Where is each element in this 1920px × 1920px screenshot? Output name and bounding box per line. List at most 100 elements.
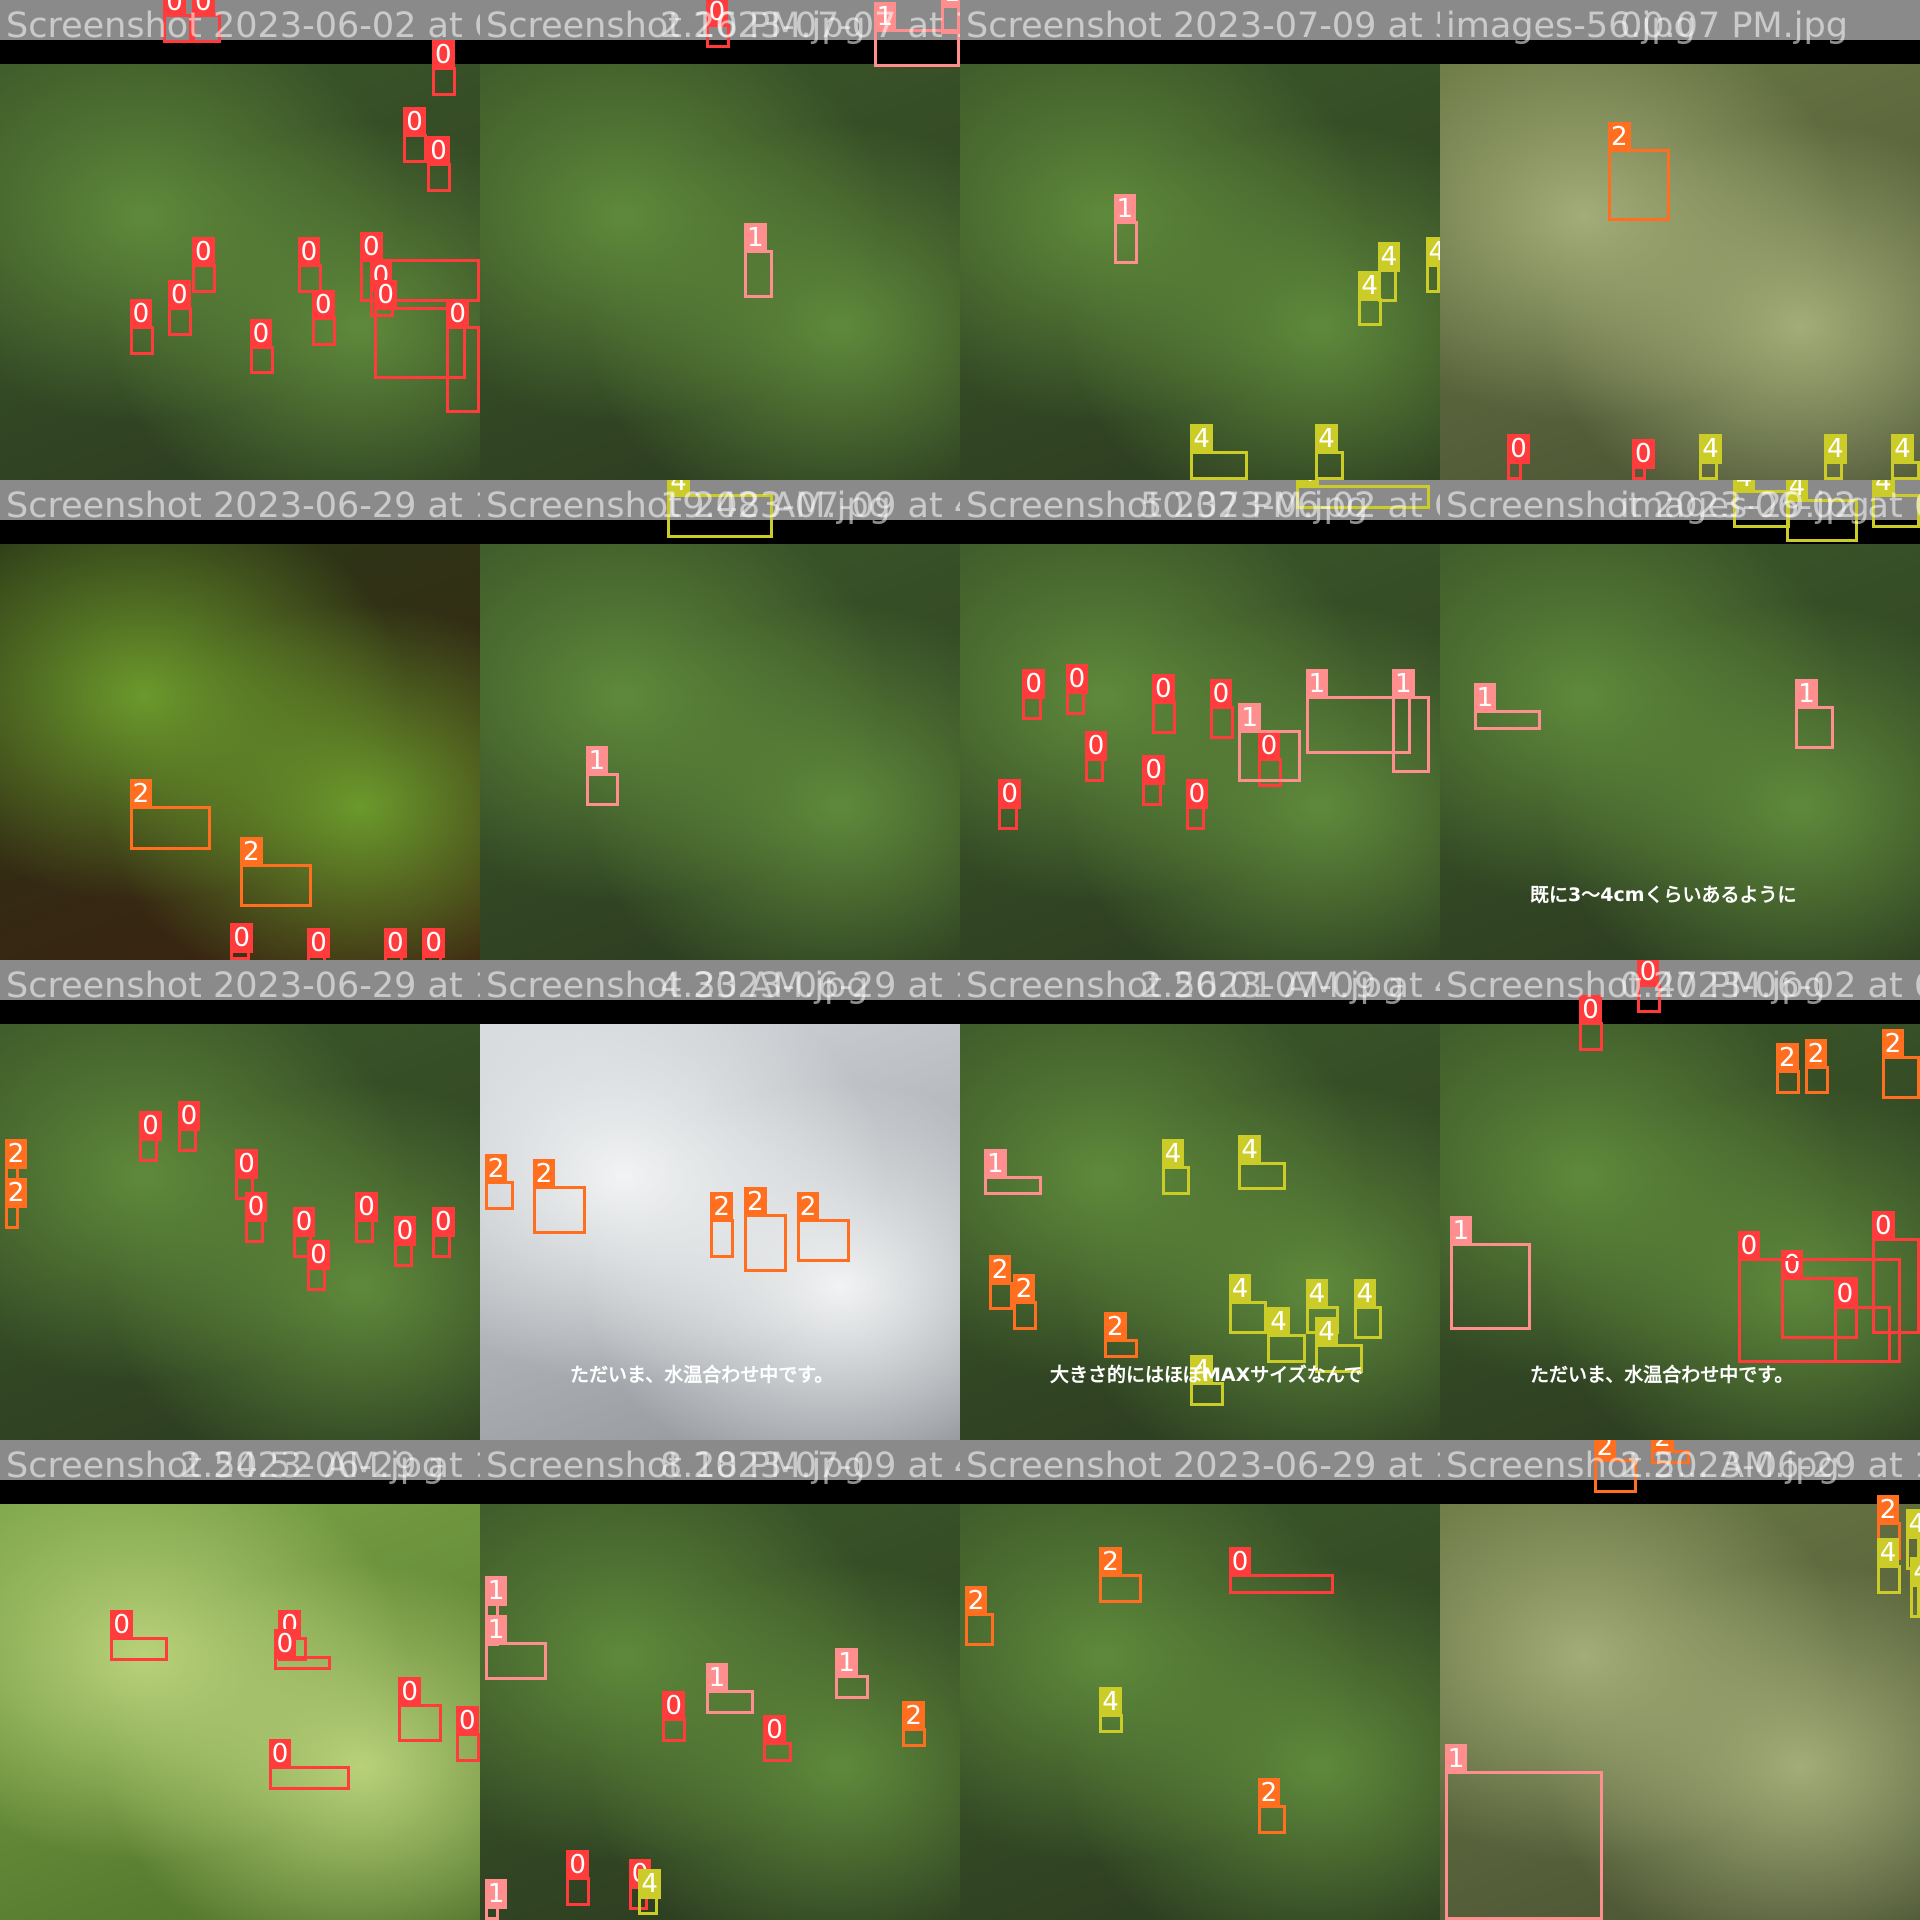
- detection-box-class-4: 4: [1876, 1537, 1901, 1594]
- detection-class-label: 0: [705, 0, 729, 27]
- detection-class-label: 0: [1632, 438, 1655, 469]
- detection-class-label: 0: [662, 1691, 685, 1722]
- detection-class-label: 2: [1881, 1029, 1905, 1059]
- detection-box-class-1: 1: [484, 1878, 508, 1920]
- detection-box-class-0: 0: [177, 1101, 201, 1152]
- detection-class-label: 0: [1209, 678, 1233, 709]
- detection-class-label: 1: [873, 1, 897, 32]
- detection-class-label: 2: [744, 1187, 767, 1218]
- detection-box-class-2: 2: [902, 1701, 927, 1748]
- detection-class-label: 0: [292, 1206, 316, 1237]
- detection-class-label: 0: [384, 928, 407, 959]
- detection-box-class-4: 4: [1228, 1273, 1268, 1335]
- detection-box-class-2: 2: [1776, 1043, 1800, 1095]
- detection-class-label: 2: [988, 1254, 1012, 1285]
- detection-box-class-0: 0: [1185, 779, 1209, 831]
- detection-box-class-4: 4: [638, 1869, 661, 1916]
- detection-box-class-2: 2: [532, 1158, 586, 1234]
- letterbox-bar: [0, 520, 480, 544]
- letterbox-bar: [1440, 1480, 1920, 1504]
- detection-box-class-2: 2: [1804, 1038, 1829, 1095]
- letterbox-bar: [960, 40, 1440, 64]
- tile-photo: [1440, 40, 1920, 480]
- detection-box-class-2: 2: [4, 1177, 28, 1229]
- detection-box-class-2: 2: [484, 1153, 514, 1210]
- detection-class-label: 1: [1473, 683, 1497, 714]
- detection-box-class-0: 0: [427, 136, 452, 192]
- detection-class-label: 0: [1872, 1211, 1895, 1242]
- detection-box-class-0: 0: [1872, 1211, 1920, 1335]
- detection-box-class-0: 0: [393, 1216, 417, 1268]
- detection-box-class-2: 2: [240, 837, 312, 908]
- mosaic-tile: Screenshot 2023-06-02 at 6. 50.37 PM.jpg 0…: [960, 480, 1440, 960]
- detection-class-label: 2: [710, 1192, 733, 1223]
- detection-class-label: 2: [964, 1585, 988, 1616]
- detection-box-class-2: 2: [1099, 1547, 1143, 1604]
- detection-class-label: 2: [1776, 1043, 1799, 1074]
- detection-class-label: 4: [1785, 480, 1809, 503]
- letterbox-bar: [0, 1480, 480, 1504]
- detection-box-class-0: 0: [139, 1110, 162, 1162]
- detection-class-label: 4: [1377, 241, 1401, 272]
- detection-class-label: 2: [796, 1192, 820, 1223]
- detection-box-class-0: 0: [432, 1206, 455, 1258]
- detection-box-class-0: 0: [422, 928, 445, 960]
- detection-class-label: 0: [192, 237, 215, 267]
- detection-class-label: 2: [532, 1158, 556, 1189]
- detection-box-class-0: 0: [1632, 438, 1655, 480]
- detection-box-class-4: 4: [667, 480, 773, 538]
- detection-class-label: 1: [1113, 193, 1137, 224]
- detection-class-label: 0: [307, 1240, 330, 1271]
- detection-class-label: 4: [1824, 433, 1847, 464]
- detection-class-label: 0: [230, 923, 253, 954]
- detection-class-label: 0: [192, 0, 215, 18]
- detection-box-class-1: 1: [484, 1614, 548, 1680]
- detection-class-label: 4: [1296, 480, 1319, 488]
- detection-class-label: 0: [398, 1677, 421, 1707]
- detection-box-class-4: 4: [1872, 480, 1920, 528]
- mosaic-tile: Screenshot 2023-06-29 at 1. 2 2 0 4 2: [960, 1440, 1440, 1920]
- detection-box-class-4: 4: [1824, 433, 1847, 480]
- detection-class-label: 0: [1084, 731, 1108, 762]
- detection-class-label: 0: [249, 318, 273, 349]
- detection-box-class-0: 0: [1142, 755, 1165, 807]
- letterbox-bar: [480, 1480, 960, 1504]
- detection-class-label: 2: [1876, 1494, 1900, 1525]
- detection-box-class-1: 1: [1449, 1216, 1532, 1330]
- detection-class-label: 2: [1012, 1273, 1036, 1304]
- detection-class-label: 2: [1099, 1547, 1122, 1578]
- detection-box-class-0: 0: [763, 1715, 792, 1762]
- detection-box-class-1: 1: [984, 1149, 1042, 1196]
- mosaic-tile: Screenshot 2023-07-09 at 5. 1 4 4 4 4 4: [960, 0, 1440, 480]
- detection-box-class-2: 2: [1651, 1440, 1690, 1464]
- mosaic-tile: Screenshot 2023-06-29 at 1. 0 0 0 0 0 0 0 0 0 2 2: [0, 960, 480, 1440]
- detection-class-label: 0: [1185, 779, 1209, 810]
- detection-box-class-0: 0: [456, 1705, 480, 1762]
- detection-class-label: 0: [268, 1739, 292, 1770]
- letterbox-bar: [0, 1000, 480, 1024]
- detection-box-class-4: 4: [1785, 480, 1858, 543]
- detection-class-label: 4: [1358, 270, 1381, 301]
- detection-box-class-0: 0: [398, 1677, 442, 1743]
- detection-box-class-0: 0: [432, 40, 456, 96]
- detection-box-class-0: 0: [403, 107, 428, 164]
- detection-class-label: 1: [1444, 1744, 1468, 1775]
- detection-class-label: 4: [1876, 1537, 1900, 1568]
- detection-box-class-4: 4: [1358, 270, 1383, 327]
- detection-class-label: 4: [1732, 480, 1756, 493]
- mosaic-tile: Screenshot 2023-06-02 at 6 0.47 PM.jpg 0 0 2…: [1440, 960, 1920, 1440]
- detection-class-label: 0: [432, 1206, 455, 1237]
- detection-class-label: 0: [427, 136, 450, 167]
- detection-class-label: 1: [984, 1149, 1007, 1179]
- detection-class-label: 4: [638, 1869, 661, 1899]
- detection-box-class-4: 4: [1161, 1139, 1191, 1196]
- detection-box-class-4: 4: [1891, 433, 1920, 480]
- detection-box-class-2: 2: [1608, 121, 1671, 221]
- detection-box-class-4: 4: [1296, 480, 1431, 509]
- mosaic-tile: Screenshot 2023-07-09 at 4. 19.48 AM.jpg 4…: [480, 480, 960, 960]
- detection-class-label: 2: [1651, 1440, 1674, 1453]
- mosaic-tile: images-56.jpg 00.07 PM.jpg 2 0 0 4 4 4: [1440, 0, 1920, 480]
- detection-box-class-0: 0: [192, 0, 221, 44]
- letterbox-bar: [0, 40, 480, 64]
- detection-class-label: 0: [566, 1849, 589, 1880]
